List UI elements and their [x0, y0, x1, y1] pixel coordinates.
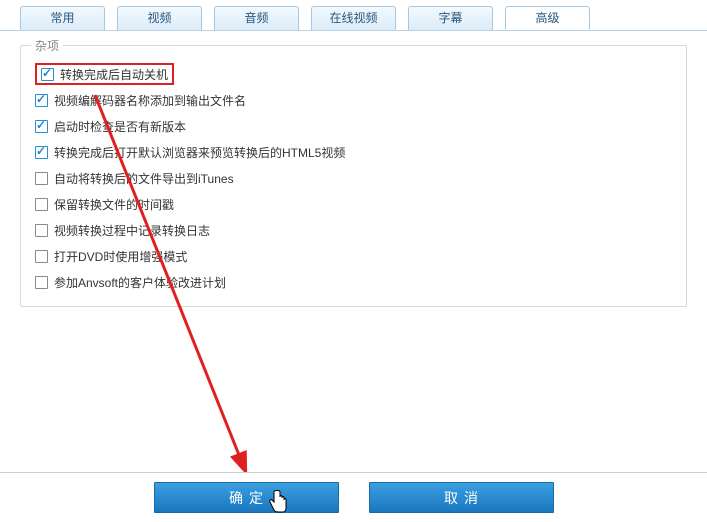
option-label: 视频转换过程中记录转换日志 — [54, 222, 210, 239]
option-row[interactable]: 参加Anvsoft的客户体验改进计划 — [35, 270, 672, 294]
option-row[interactable]: 保留转换文件的时间戳 — [35, 192, 672, 216]
option-row[interactable]: 视频转换过程中记录转换日志 — [35, 218, 672, 242]
tab-1[interactable]: 视频 — [117, 6, 202, 30]
option-row[interactable]: 转换完成后自动关机 — [35, 62, 672, 86]
option-label: 保留转换文件的时间戳 — [54, 196, 174, 213]
option-checkbox[interactable] — [35, 198, 48, 211]
option-checkbox[interactable] — [35, 94, 48, 107]
tab-0[interactable]: 常用 — [20, 6, 105, 30]
option-label: 打开DVD时使用增强模式 — [54, 248, 187, 265]
option-row[interactable]: 视频编解码器名称添加到输出文件名 — [35, 88, 672, 112]
option-checkbox[interactable] — [35, 276, 48, 289]
option-label: 自动将转换后的文件导出到iTunes — [54, 170, 234, 187]
option-checkbox[interactable] — [35, 120, 48, 133]
option-label: 转换完成后自动关机 — [60, 66, 168, 83]
option-row[interactable]: 转换完成后打开默认浏览器来预览转换后的HTML5视频 — [35, 140, 672, 164]
highlight-box: 转换完成后自动关机 — [35, 63, 174, 85]
option-checkbox[interactable] — [35, 172, 48, 185]
tab-label: 高级 — [535, 11, 559, 25]
option-row[interactable]: 自动将转换后的文件导出到iTunes — [35, 166, 672, 190]
ok-button[interactable]: 确定 — [154, 482, 339, 513]
tab-5[interactable]: 高级 — [505, 6, 590, 30]
option-checkbox[interactable] — [35, 250, 48, 263]
option-label: 参加Anvsoft的客户体验改进计划 — [54, 274, 226, 291]
option-label: 视频编解码器名称添加到输出文件名 — [54, 92, 246, 109]
cancel-button[interactable]: 取消 — [369, 482, 554, 513]
tab-3[interactable]: 在线视频 — [311, 6, 396, 30]
content-area: 杂项 转换完成后自动关机视频编解码器名称添加到输出文件名启动时检查是否有新版本转… — [0, 31, 707, 307]
tab-label: 常用 — [50, 11, 74, 25]
tabs-bar: 常用 视频 音频 在线视频 字幕 高级 — [0, 0, 707, 31]
group-title: 杂项 — [31, 37, 63, 54]
option-label: 启动时检查是否有新版本 — [54, 118, 186, 135]
tab-4[interactable]: 字幕 — [408, 6, 493, 30]
option-checkbox[interactable] — [35, 146, 48, 159]
options-group: 杂项 转换完成后自动关机视频编解码器名称添加到输出文件名启动时检查是否有新版本转… — [20, 45, 687, 307]
option-row[interactable]: 启动时检查是否有新版本 — [35, 114, 672, 138]
tab-2[interactable]: 音频 — [214, 6, 299, 30]
option-label: 转换完成后打开默认浏览器来预览转换后的HTML5视频 — [54, 144, 345, 161]
tab-label: 音频 — [244, 11, 268, 25]
option-checkbox[interactable] — [41, 68, 54, 81]
tab-label: 视频 — [147, 11, 171, 25]
option-row[interactable]: 打开DVD时使用增强模式 — [35, 244, 672, 268]
tab-label: 字幕 — [438, 11, 462, 25]
footer-bar: 确定 取消 — [0, 472, 707, 522]
option-checkbox[interactable] — [35, 224, 48, 237]
tab-label: 在线视频 — [329, 11, 377, 25]
